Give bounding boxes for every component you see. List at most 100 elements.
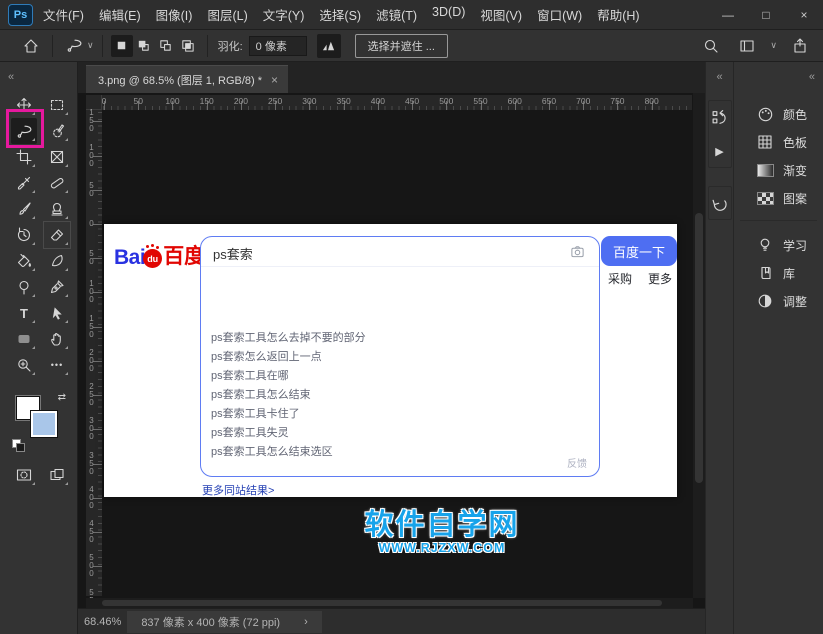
move-tool[interactable] [11, 92, 37, 118]
frame-tool[interactable] [44, 144, 70, 170]
status-bar: 68.46% 837 像素 x 400 像素 (72 ppi) › [78, 608, 705, 634]
menu-item-window[interactable]: 窗口(W) [537, 5, 582, 24]
pen-tool[interactable] [44, 274, 70, 300]
intersect-selection-mode-icon[interactable] [177, 35, 199, 57]
type-tool[interactable]: T [11, 300, 37, 326]
brush-tool[interactable] [11, 196, 37, 222]
divider [102, 35, 103, 57]
search-suggestions: ps套索工具怎么去掉不要的部分 ps套索怎么返回上一点 ps套索工具在哪 ps套… [201, 267, 599, 462]
feather-input[interactable]: 0 像素 [249, 36, 307, 56]
background-color-swatch[interactable] [31, 411, 57, 437]
collapse-panels-icon[interactable]: « [809, 71, 815, 83]
tab-close-icon[interactable]: × [271, 73, 278, 87]
clone-stamp-tool[interactable] [44, 196, 70, 222]
menu-item-filter[interactable]: 滤镜(T) [376, 5, 417, 24]
dodge-tool[interactable] [11, 274, 37, 300]
canvas-area[interactable]: 0501001502002503003504004505005506006507… [78, 93, 705, 608]
panel-label: 学习 [783, 237, 807, 254]
horizontal-scrollbar[interactable] [86, 598, 693, 608]
camera-icon [570, 244, 585, 264]
eyedropper-tool[interactable] [11, 170, 37, 196]
horizontal-scrollbar-thumb[interactable] [102, 600, 662, 606]
panel-item-patterns[interactable]: 图案 [734, 184, 823, 212]
eraser-tool[interactable] [44, 222, 70, 248]
search-icon[interactable] [698, 33, 724, 59]
divider [207, 35, 208, 57]
select-and-mask-button[interactable]: 选择并遮住 ... [355, 34, 448, 58]
menu-item-file[interactable]: 文件(F) [43, 5, 84, 24]
menu-item-image[interactable]: 图像(I) [156, 5, 193, 24]
panel-item-adjustments[interactable]: 调整 [734, 287, 823, 315]
document-tab-title: 3.png @ 68.5% (图层 1, RGB/8) * [98, 72, 262, 88]
actions-panel-icon[interactable]: ▶ [710, 141, 730, 161]
rectangle-shape-tool[interactable] [11, 326, 37, 352]
lasso-tool-preset-icon[interactable] [61, 33, 87, 59]
baidu-nav-links: 采购 更多 [608, 270, 672, 287]
document-tab[interactable]: 3.png @ 68.5% (图层 1, RGB/8) * × [86, 65, 288, 93]
menu-item-edit[interactable]: 编辑(E) [99, 5, 141, 24]
subtract-from-selection-mode-icon[interactable] [155, 35, 177, 57]
layer-comps-panel-icon[interactable] [710, 107, 730, 127]
chevron-down-icon[interactable]: ∨ [770, 40, 777, 51]
history-brush-tool[interactable] [11, 222, 37, 248]
rectangular-marquee-tool[interactable] [44, 92, 70, 118]
panel-item-learn[interactable]: 学习 [734, 231, 823, 259]
workspace-icon[interactable] [734, 33, 760, 59]
chevron-down-icon[interactable]: ∨ [87, 40, 94, 51]
edit-toolbar-icon[interactable]: ••• [44, 352, 70, 378]
share-icon[interactable] [787, 33, 813, 59]
document-image[interactable]: Bai du 百度 采购 更多 ps套索 [104, 224, 677, 497]
swap-colors-icon[interactable]: ⇄ [58, 392, 66, 403]
baidu-logo-hanzi: 百度 [163, 240, 205, 270]
menu-item-help[interactable]: 帮助(H) [597, 5, 639, 24]
watermark-title: 软件自学网 [336, 501, 548, 543]
hand-tool[interactable] [44, 326, 70, 352]
home-icon[interactable] [18, 33, 44, 59]
path-selection-tool[interactable] [44, 300, 70, 326]
quick-selection-tool[interactable] [44, 118, 70, 144]
maximize-icon[interactable]: □ [747, 0, 785, 29]
search-suggestion: ps套索工具卡住了 [201, 405, 599, 424]
paint-bucket-tool[interactable] [11, 248, 37, 274]
feather-label: 羽化: [218, 38, 243, 54]
status-chevron-icon[interactable]: › [304, 616, 308, 628]
default-colors-icon[interactable] [12, 439, 21, 448]
history-panel-icon[interactable] [710, 193, 730, 213]
panel-item-libraries[interactable]: 库 [734, 259, 823, 287]
panel-item-gradients[interactable]: 渐变 [734, 156, 823, 184]
vertical-scrollbar-thumb[interactable] [695, 213, 703, 483]
add-to-selection-mode-icon[interactable] [133, 35, 155, 57]
panel-group-box [708, 186, 732, 220]
menu-item-view[interactable]: 视图(V) [480, 5, 522, 24]
menu-item-type[interactable]: 文字(Y) [263, 5, 305, 24]
menu-item-select[interactable]: 选择(S) [319, 5, 361, 24]
spot-healing-brush-tool[interactable] [44, 170, 70, 196]
baidu-search-input: ps套索 [201, 237, 599, 267]
vertical-scrollbar[interactable] [693, 93, 705, 598]
site-watermark: 软件自学网 WWW.RJZXW.COM [336, 501, 548, 555]
quick-mask-button[interactable] [11, 462, 37, 488]
nav-link-more: 更多 [648, 270, 672, 287]
color-swatches: ⇄ [12, 394, 68, 448]
menu-item-layer[interactable]: 图层(L) [207, 5, 247, 24]
smudge-tool[interactable] [44, 248, 70, 274]
document-tab-bar: 3.png @ 68.5% (图层 1, RGB/8) * × [78, 62, 705, 93]
close-icon[interactable]: × [785, 0, 823, 29]
panel-icon-strip: « ▶ [705, 62, 733, 634]
minimize-icon[interactable]: — [709, 0, 747, 29]
anti-alias-icon[interactable] [317, 34, 341, 58]
adjustments-panel-icon [756, 293, 774, 309]
zoom-level-field[interactable]: 68.46% [80, 614, 127, 630]
search-suggestion: ps套索工具在哪 [201, 367, 599, 386]
crop-tool[interactable] [11, 144, 37, 170]
lasso-tool[interactable] [11, 118, 37, 144]
panel-item-swatches[interactable]: 色板 [734, 128, 823, 156]
collapse-tools-icon[interactable]: « [8, 71, 14, 83]
screen-mode-button[interactable] [44, 462, 70, 488]
menu-item-3d[interactable]: 3D(D) [432, 5, 465, 24]
zoom-tool[interactable] [11, 352, 37, 378]
tool-options-bar: ∨ 羽化: 0 像素 选择并遮住 ... ∨ [0, 30, 823, 62]
panel-item-color[interactable]: 颜色 [734, 100, 823, 128]
collapse-strip-icon[interactable]: « [716, 71, 722, 83]
new-selection-mode-icon[interactable] [111, 35, 133, 57]
